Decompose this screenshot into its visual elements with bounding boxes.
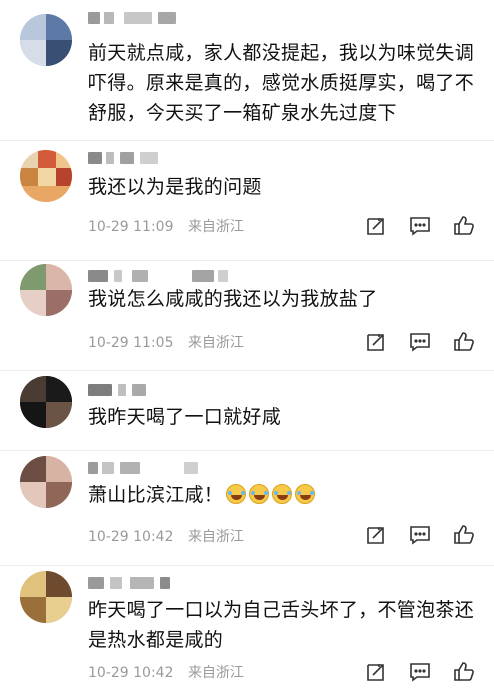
- laughing-crying-emoji: [226, 484, 247, 504]
- comment-meta: 10-29 11:05 来自浙江: [88, 332, 244, 352]
- avatar[interactable]: [20, 376, 72, 428]
- like-icon[interactable]: [452, 523, 476, 547]
- comment-text: 我昨天喝了一口就好咸: [88, 406, 282, 428]
- avatar[interactable]: [20, 456, 72, 508]
- comment-icon[interactable]: [408, 523, 432, 547]
- comment-meta: 10-29 10:42 来自浙江: [88, 662, 244, 682]
- comment-icon[interactable]: [408, 214, 432, 238]
- like-icon[interactable]: [452, 660, 476, 684]
- comment-text-content: 萧山比滨江咸！: [88, 484, 224, 506]
- comment-time: 10-29 11:05: [88, 335, 174, 351]
- laughing-crying-emoji: [272, 484, 293, 504]
- comment-text: 萧山比滨江咸！: [88, 480, 484, 510]
- laughing-crying-emoji: [249, 484, 270, 504]
- comment-location: 来自浙江: [187, 529, 244, 545]
- comment-actions: [364, 660, 494, 684]
- comment-item: 昨天喝了一口以为自己舌头坏了，不管泡茶还是热水都是咸的 10-29 10:42 …: [0, 565, 494, 688]
- comment-actions: [364, 214, 494, 238]
- avatar[interactable]: [20, 150, 72, 202]
- comment-actions: [364, 523, 494, 547]
- username-blurred[interactable]: [88, 12, 198, 28]
- comment-actions: [364, 330, 494, 354]
- comment-icon[interactable]: [408, 330, 432, 354]
- comment-item: 我昨天喝了一口就好咸: [0, 370, 494, 450]
- avatar[interactable]: [20, 14, 72, 66]
- laughing-crying-emoji: [295, 484, 316, 504]
- repost-icon[interactable]: [364, 214, 388, 238]
- comment-text: 我说怎么咸咸的我还以为我放盐了: [88, 288, 378, 310]
- comment-text: 昨天喝了一口以为自己舌头坏了，不管泡茶还是热水都是咸的: [88, 599, 475, 651]
- username-blurred[interactable]: [88, 462, 218, 478]
- comment-location: 来自浙江: [187, 665, 244, 681]
- comment-location: 来自浙江: [187, 219, 244, 235]
- repost-icon[interactable]: [364, 523, 388, 547]
- avatar[interactable]: [20, 264, 72, 316]
- comment-item: 我说怎么咸咸的我还以为我放盐了 10-29 11:05 来自浙江: [0, 260, 494, 370]
- username-blurred[interactable]: [88, 577, 208, 593]
- comment-text: 前天就点咸，家人都没提起，我以为味觉失调吓得。原来是真的，感觉水质挺厚实，喝了不…: [88, 42, 475, 124]
- comment-item: 萧山比滨江咸！ 10-29 10:42 来自浙江: [0, 450, 494, 565]
- username-blurred[interactable]: [88, 384, 168, 400]
- comment-item: 前天就点咸，家人都没提起，我以为味觉失调吓得。原来是真的，感觉水质挺厚实，喝了不…: [0, 0, 494, 140]
- avatar[interactable]: [20, 571, 72, 623]
- comment-meta: 10-29 11:09 来自浙江: [88, 216, 244, 236]
- comment-time: 10-29 11:09: [88, 219, 174, 235]
- comment-text: 我还以为是我的问题: [88, 176, 262, 198]
- repost-icon[interactable]: [364, 660, 388, 684]
- comment-meta: 10-29 10:42 来自浙江: [88, 526, 244, 546]
- like-icon[interactable]: [452, 214, 476, 238]
- comment-item: 我还以为是我的问题 10-29 11:09 来自浙江: [0, 140, 494, 260]
- comment-time: 10-29 10:42: [88, 529, 174, 545]
- like-icon[interactable]: [452, 330, 476, 354]
- comment-location: 来自浙江: [187, 335, 244, 351]
- comment-icon[interactable]: [408, 660, 432, 684]
- username-blurred[interactable]: [88, 152, 168, 168]
- comment-time: 10-29 10:42: [88, 665, 174, 681]
- repost-icon[interactable]: [364, 330, 388, 354]
